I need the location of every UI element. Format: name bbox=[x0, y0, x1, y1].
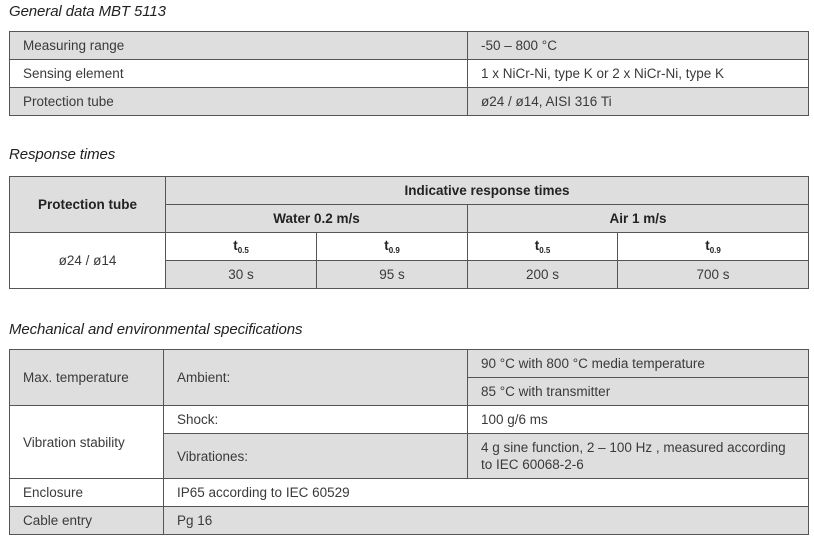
measuring-range-value: -50 – 800 °C bbox=[467, 31, 809, 60]
enclosure-label: Enclosure bbox=[9, 478, 164, 507]
table-row: Vibration stability Shock: 100 g/6 ms bbox=[9, 405, 809, 479]
table-row: Enclosure IP65 according to IEC 60529 bbox=[9, 478, 809, 507]
table-row: Measuring range -50 – 800 °C bbox=[9, 31, 809, 60]
shock-value: 100 g/6 ms bbox=[467, 405, 809, 434]
max-temperature-label: Max. temperature bbox=[9, 349, 164, 406]
shock-label: Shock: bbox=[163, 405, 468, 434]
table-row: Max. temperature Ambient: 90 °C with 800… bbox=[9, 349, 809, 406]
t09-water-header: t0.9 bbox=[316, 232, 468, 261]
protection-tube-label: Protection tube bbox=[9, 87, 468, 116]
mechanical-specs-heading: Mechanical and environmental specificati… bbox=[9, 321, 303, 338]
water-header: Water 0.2 m/s bbox=[165, 204, 468, 233]
measuring-range-label: Measuring range bbox=[9, 31, 468, 60]
indicative-response-header: Indicative response times bbox=[164, 176, 810, 205]
t05-air-header: t0.5 bbox=[467, 232, 618, 261]
t05-water-value: 30 s bbox=[165, 260, 317, 289]
enclosure-value: IP65 according to IEC 60529 bbox=[163, 478, 809, 507]
table-row: Protection tube Indicative response time… bbox=[9, 176, 810, 233]
vibrationes-label: Vibrationes: bbox=[163, 433, 468, 479]
tube-size-cell: ø24 / ø14 bbox=[9, 232, 166, 289]
general-data-heading: General data MBT 5113 bbox=[9, 3, 166, 20]
vibrationes-value: 4 g sine function, 2 – 100 Hz , measured… bbox=[467, 433, 809, 479]
vibration-stability-label: Vibration stability bbox=[9, 405, 164, 479]
sensing-element-label: Sensing element bbox=[9, 59, 468, 88]
ambient-label: Ambient: bbox=[163, 349, 468, 406]
mechanical-specs-table: Max. temperature Ambient: 90 °C with 800… bbox=[9, 349, 809, 535]
t09-air-value: 700 s bbox=[616, 260, 810, 289]
ambient-value-2: 85 °C with transmitter bbox=[467, 377, 809, 406]
cable-entry-value: Pg 16 bbox=[163, 506, 809, 535]
sensing-element-value: 1 x NiCr-Ni, type K or 2 x NiCr-Ni, type… bbox=[467, 59, 809, 88]
t09-water-value: 95 s bbox=[316, 260, 468, 289]
table-row: Sensing element 1 x NiCr-Ni, type K or 2… bbox=[9, 59, 809, 88]
general-data-table: Measuring range -50 – 800 °C Sensing ele… bbox=[9, 31, 809, 116]
cable-entry-label: Cable entry bbox=[9, 506, 164, 535]
t05-air-value: 200 s bbox=[467, 260, 618, 289]
protection-tube-value: ø24 / ø14, AISI 316 Ti bbox=[467, 87, 809, 116]
table-row: Cable entry Pg 16 bbox=[9, 506, 809, 535]
response-times-table: Protection tube Indicative response time… bbox=[9, 176, 810, 289]
t05-water-header: t0.5 bbox=[165, 232, 317, 261]
t09-air-header: t0.9 bbox=[616, 232, 810, 261]
table-row: ø24 / ø14 t0.5 t0.9 t0.5 t0.9 bbox=[9, 232, 810, 289]
protection-tube-header: Protection tube bbox=[9, 176, 166, 233]
ambient-value-1: 90 °C with 800 °C media temperature bbox=[467, 349, 809, 378]
response-times-heading: Response times bbox=[9, 146, 116, 163]
air-header: Air 1 m/s bbox=[466, 204, 810, 233]
table-row: Protection tube ø24 / ø14, AISI 316 Ti bbox=[9, 87, 809, 116]
